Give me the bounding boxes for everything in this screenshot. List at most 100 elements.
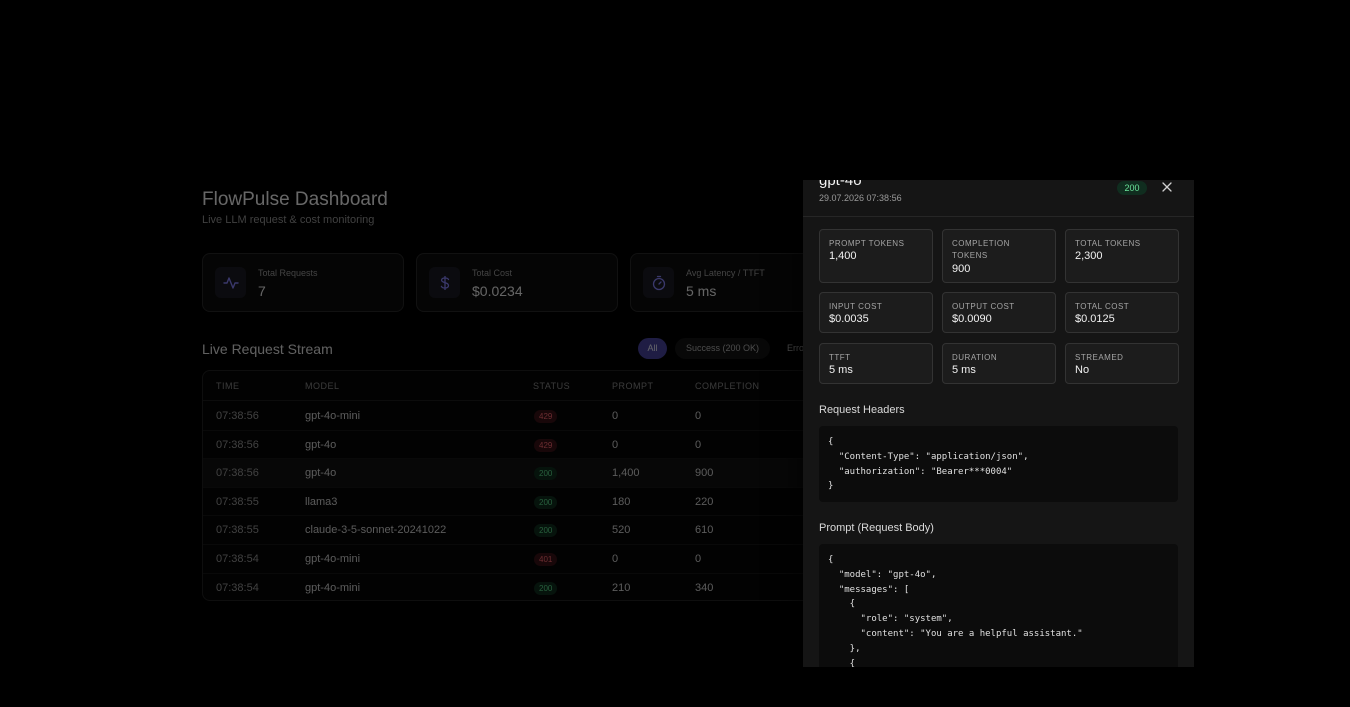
metric-card: OUTPUT COST $0.0090: [942, 292, 1056, 333]
cell-time: 07:38:56: [216, 410, 259, 422]
metric-value: 5 ms: [829, 364, 853, 376]
stat-card-avg-latency: Avg Latency / TTFT 5 ms: [630, 253, 832, 312]
stat-card-total-requests: Total Requests 7: [202, 253, 404, 312]
table-row[interactable]: 07:38:56 gpt-4o 1,400 900 200: [203, 459, 811, 488]
status-badge: 200: [534, 467, 558, 481]
cell-completion: 340: [695, 581, 714, 594]
panel-header: gpt-4o 29.07.2026 07:38:56 200: [803, 180, 1194, 217]
status-badge: 200: [534, 581, 558, 595]
metric-label: TOTAL COST: [1075, 302, 1130, 311]
request-table: TIME MODEL STATUS PROMPT COMPLETION 07:3…: [202, 370, 812, 601]
status-badge: 429: [534, 438, 558, 452]
stat-label: Total Cost: [472, 268, 513, 278]
cell-time: 07:38:55: [216, 524, 259, 537]
cell-completion: 900: [695, 467, 714, 480]
metric-label: TOTAL TOKENS: [1075, 239, 1141, 248]
stat-value: 7: [258, 283, 266, 299]
metric-card: TTFT 5 ms: [819, 343, 933, 384]
close-button[interactable]: [1160, 180, 1174, 194]
request-headers-code: { "Content-Type": "application/json", "a…: [819, 426, 1178, 502]
stream-title: Live Request Stream: [202, 341, 333, 357]
cell-prompt: 0: [612, 553, 619, 565]
activity-icon: [215, 267, 246, 298]
metric-value: $0.0125: [1075, 313, 1115, 325]
status-badge: 200: [1117, 181, 1147, 195]
metric-value: $0.0035: [829, 313, 869, 325]
close-icon: [1162, 182, 1172, 192]
cell-model: claude-3-5-sonnet-20241022: [305, 524, 447, 537]
prompt-code: { "model": "gpt-4o", "messages": [ { "ro…: [819, 544, 1178, 667]
detail-timestamp: 29.07.2026 07:38:56: [819, 193, 902, 203]
metric-card: TOTAL COST $0.0125: [1065, 292, 1179, 333]
table-header: TIME MODEL STATUS PROMPT COMPLETION: [203, 371, 811, 401]
table-row[interactable]: 07:38:56 gpt-4o-mini 0 0 429: [203, 402, 811, 431]
cell-completion: 0: [695, 438, 702, 451]
metric-label: STREAMED: [1075, 353, 1124, 362]
metric-label: PROMPT TOKENS: [829, 239, 905, 248]
cell-prompt: 1,400: [612, 467, 640, 480]
status-badge: 200: [534, 495, 558, 509]
column-header-completion: COMPLETION: [695, 381, 760, 391]
metric-label: COMPLETION TOKENS: [952, 239, 1010, 260]
metric-value: 5 ms: [952, 364, 976, 376]
stat-value: 5 ms: [686, 283, 717, 299]
request-headers-title: Request Headers: [819, 404, 905, 416]
cell-model: gpt-4o-mini: [305, 581, 361, 594]
metric-value: 2,300: [1075, 250, 1103, 262]
column-header-model: MODEL: [305, 381, 340, 391]
cell-time: 07:38:54: [216, 581, 259, 594]
metric-value: $0.0090: [952, 313, 992, 325]
metric-card: DURATION 5 ms: [942, 343, 1056, 384]
table-row[interactable]: 07:38:55 llama3 180 220 200: [203, 488, 811, 517]
page-title: FlowPulse Dashboard: [202, 189, 388, 210]
stat-label: Total Requests: [258, 268, 318, 278]
table-row[interactable]: 07:38:55 claude-3-5-sonnet-20241022 520 610…: [203, 516, 811, 545]
prompt-title: Prompt (Request Body): [819, 522, 934, 534]
dollar-icon: [429, 267, 460, 298]
metric-card: INPUT COST $0.0035: [819, 292, 933, 333]
metric-label: TTFT: [829, 353, 851, 362]
metric-card: STREAMED No: [1065, 343, 1179, 384]
metric-label: DURATION: [952, 353, 998, 362]
metric-label: INPUT COST: [829, 302, 883, 311]
timer-icon: [643, 267, 674, 298]
metric-value: 900: [952, 263, 971, 275]
cell-prompt: 0: [612, 438, 619, 451]
metric-card: COMPLETION TOKENS 900: [942, 229, 1056, 283]
cell-prompt: 180: [612, 495, 631, 508]
stat-value: $0.0234: [472, 283, 523, 299]
cell-time: 07:38:56: [216, 467, 259, 480]
table-row[interactable]: 07:38:56 gpt-4o 0 0 429: [203, 431, 811, 460]
filter-success-button[interactable]: Success (200 OK): [675, 338, 770, 359]
table-row[interactable]: 07:38:54 gpt-4o-mini 0 0 401: [203, 545, 811, 574]
column-header-prompt: PROMPT: [612, 381, 654, 391]
cell-time: 07:38:56: [216, 438, 259, 451]
metric-card: TOTAL TOKENS 2,300: [1065, 229, 1179, 283]
cell-prompt: 0: [612, 410, 619, 422]
metric-value: No: [1075, 364, 1090, 376]
cell-model: llama3: [305, 495, 338, 508]
stat-label: Avg Latency / TTFT: [686, 268, 765, 278]
headers-json: { "Content-Type": "application/json", "a…: [828, 437, 1029, 492]
detail-model-title: gpt-4o: [819, 180, 862, 189]
metric-label: OUTPUT COST: [952, 302, 1015, 311]
cell-model: gpt-4o-mini: [305, 553, 361, 565]
metric-value: 1,400: [829, 250, 857, 262]
filter-all-button[interactable]: All: [638, 338, 667, 359]
cell-completion: 0: [695, 553, 702, 565]
cell-model: gpt-4o: [305, 467, 337, 480]
cell-completion: 0: [695, 410, 702, 422]
request-detail-panel: gpt-4o 29.07.2026 07:38:56 200 PROMPT TO…: [803, 180, 1194, 667]
status-badge: 429: [534, 410, 558, 423]
cell-completion: 220: [695, 495, 714, 508]
table-row[interactable]: 07:38:54 gpt-4o-mini 210 340 200: [203, 574, 811, 600]
prompt-json: { "model": "gpt-4o", "messages": [ { "ro…: [828, 555, 1083, 667]
metric-card: PROMPT TOKENS 1,400: [819, 229, 933, 283]
page-subtitle: Live LLM request & cost monitoring: [202, 214, 375, 226]
column-header-time: TIME: [216, 381, 240, 391]
cell-completion: 610: [695, 524, 714, 537]
status-badge: 200: [534, 524, 558, 538]
cell-prompt: 520: [612, 524, 631, 537]
column-header-status: STATUS: [533, 381, 571, 391]
cell-time: 07:38:54: [216, 553, 259, 565]
